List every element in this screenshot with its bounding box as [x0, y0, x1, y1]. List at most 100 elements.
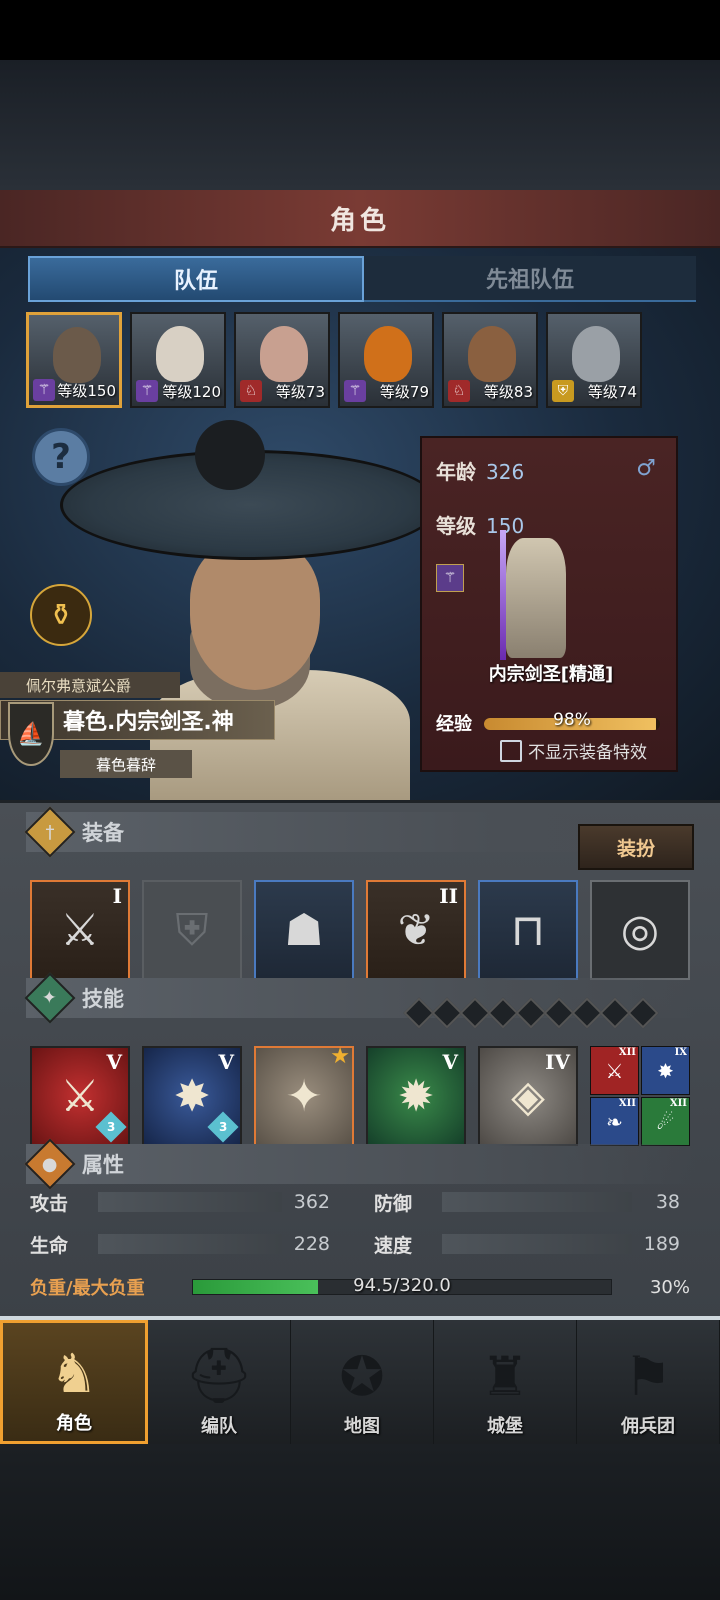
nav-banner[interactable]: ⚑ 佣兵团 [577, 1320, 720, 1444]
person-icon: ● [42, 1153, 58, 1175]
load-percent: 30% [649, 1276, 690, 1298]
roster-level: 等级73 [275, 383, 325, 401]
roster-portrait[interactable]: ⛨ 等级74 [546, 312, 642, 408]
attributes-header: ● 属性 [24, 1138, 696, 1190]
character-face [364, 326, 412, 382]
skill-charge-count: 3 [218, 1119, 228, 1134]
skill-icon: ✸ [173, 1070, 211, 1122]
skill-point-dots [403, 997, 659, 1029]
passive-skill[interactable]: ⚔ XII [590, 1046, 639, 1095]
passive-skill-icon: ☄ [656, 1109, 675, 1134]
equipment-slot[interactable]: ⊓ [478, 880, 578, 980]
equipment-diamond: † [24, 806, 76, 858]
defense-label: 防御 [374, 1192, 413, 1215]
nav-label: 编队 [201, 1416, 237, 1437]
roster-portrait[interactable]: ⚚ 等级120 [130, 312, 226, 408]
skill-slots: ⚔ V 3 ✸ V 3 ✦ ★ ✹ V ◈ IV ⚔ XII ✸ IX ❧ XII ☄ XII [30, 1044, 696, 1146]
skill-slot[interactable]: ✸ V 3 [142, 1046, 242, 1146]
nav-castle[interactable]: ♜ 城堡 [434, 1320, 577, 1444]
equipment-slot[interactable]: ⚔ I [30, 880, 130, 980]
skill-point-dot [487, 997, 519, 1029]
equipment-slot[interactable]: ◎ [590, 880, 690, 980]
passive-skill-icon: ✸ [657, 1058, 674, 1083]
passive-skill[interactable]: ✸ IX [641, 1046, 690, 1095]
equipment-slot[interactable]: ☗ [254, 880, 354, 980]
load-row: 负重/最大负重 94.5/320.0 30% [30, 1272, 690, 1302]
page-title: 角色 [329, 205, 390, 236]
shield-icon: ⛨ [552, 380, 574, 402]
skill-charge-count: 3 [106, 1119, 116, 1134]
hide-fx-toggle[interactable]: 不显示装备特效 [500, 738, 647, 763]
load-value: 94.5/320.0 [353, 1275, 451, 1296]
passive-skill[interactable]: ❧ XII [590, 1097, 639, 1146]
skill-slot[interactable]: ⚔ V 3 [30, 1046, 130, 1146]
passive-skill[interactable]: ☄ XII [641, 1097, 690, 1146]
exp-value: 98% [553, 710, 591, 730]
level-row: 等级 150 [436, 510, 524, 539]
passive-skill-tier: XII [618, 1047, 636, 1058]
star-icon: ✦ [42, 987, 58, 1009]
tab-team[interactable]: 队伍 [28, 256, 364, 302]
hero-title: 佩尔弗意斌公爵 [0, 672, 180, 698]
exp-label: 经验 [436, 714, 472, 735]
skill-tier: IV [545, 1050, 570, 1074]
hero-hat-top [195, 420, 265, 490]
helmet-icon: ⛑ [184, 1344, 254, 1407]
speed-value: 189 [643, 1233, 680, 1255]
skill-point-dot [571, 997, 603, 1029]
roster-portrait[interactable]: ⚚ 等级79 [338, 312, 434, 408]
hero-info-card: 年龄 326 ♂ 等级 150 ⚚ 内宗剑圣[精通] 经验 98% 不显示装备特效 [420, 436, 678, 772]
attack-label: 攻击 [30, 1192, 69, 1215]
skill-point-dot [515, 997, 547, 1029]
help-button[interactable]: ? [32, 428, 90, 486]
nav-compass[interactable]: ✪ 地图 [291, 1320, 434, 1444]
tab-ancestor-team[interactable]: 先祖队伍 [364, 256, 696, 302]
load-label: 负重/最大负重 [30, 1278, 145, 1299]
skill-point-dot [459, 997, 491, 1029]
page-header: 角色 [0, 190, 720, 248]
team-tabs: 队伍 先祖队伍 [28, 256, 696, 302]
roster-level: 等级83 [483, 383, 533, 401]
banner-icon: ⚑ [623, 1345, 673, 1408]
age-label: 年龄 [436, 460, 476, 484]
knight-icon: ♞ [49, 1342, 99, 1405]
roster-portrait[interactable]: ♘ 等级73 [234, 312, 330, 408]
age-value: 326 [486, 460, 525, 484]
skill-icon: ✦ [285, 1070, 323, 1122]
character-face [53, 327, 101, 383]
roster-portrait[interactable]: ⚚ 等级150 [26, 312, 122, 408]
skill-slot[interactable]: ✹ V [366, 1046, 466, 1146]
equipment-slot[interactable]: ⛨ [142, 880, 242, 980]
equipment-icon: ⚔ [60, 904, 100, 956]
beast-icon: ♘ [448, 380, 470, 402]
hide-fx-checkbox[interactable] [500, 739, 522, 762]
attack-row: 攻击 362 [30, 1188, 330, 1216]
speed-row: 速度 189 [374, 1230, 680, 1258]
skill-slot[interactable]: ◈ IV [478, 1046, 578, 1146]
skill-point-dot [431, 997, 463, 1029]
roster-level: 等级74 [587, 383, 637, 401]
equipment-tier: II [439, 884, 458, 908]
nav-label: 城堡 [487, 1416, 523, 1437]
defense-row: 防御 38 [374, 1188, 680, 1216]
potion-button[interactable]: ⚱ [30, 584, 92, 646]
hero-subtitle: 暮色暮辞 [60, 750, 192, 778]
speed-label: 速度 [374, 1234, 413, 1257]
wand-icon: ⚚ [33, 379, 55, 401]
skill-icon: ✹ [397, 1070, 435, 1122]
equipment-slot[interactable]: ❦ II [366, 880, 466, 980]
roster-portrait[interactable]: ♘ 等级83 [442, 312, 538, 408]
skill-slot[interactable]: ✦ ★ [254, 1044, 354, 1146]
potion-icon: ⚱ [48, 597, 74, 633]
castle-icon: ♜ [480, 1345, 530, 1408]
skills-label: 技能 [82, 987, 124, 1011]
nav-knight[interactable]: ♞ 角色 [0, 1320, 148, 1444]
defense-value: 38 [655, 1191, 680, 1213]
hp-value: 228 [293, 1233, 330, 1255]
wand-icon: ⚚ [344, 380, 366, 402]
passive-skill-tier: XII [669, 1098, 687, 1109]
equipment-tier: I [112, 884, 122, 908]
attributes-label: 属性 [82, 1153, 124, 1177]
nav-helmet[interactable]: ⛑ 编队 [148, 1320, 291, 1444]
outfit-button[interactable]: 装扮 [578, 824, 694, 870]
